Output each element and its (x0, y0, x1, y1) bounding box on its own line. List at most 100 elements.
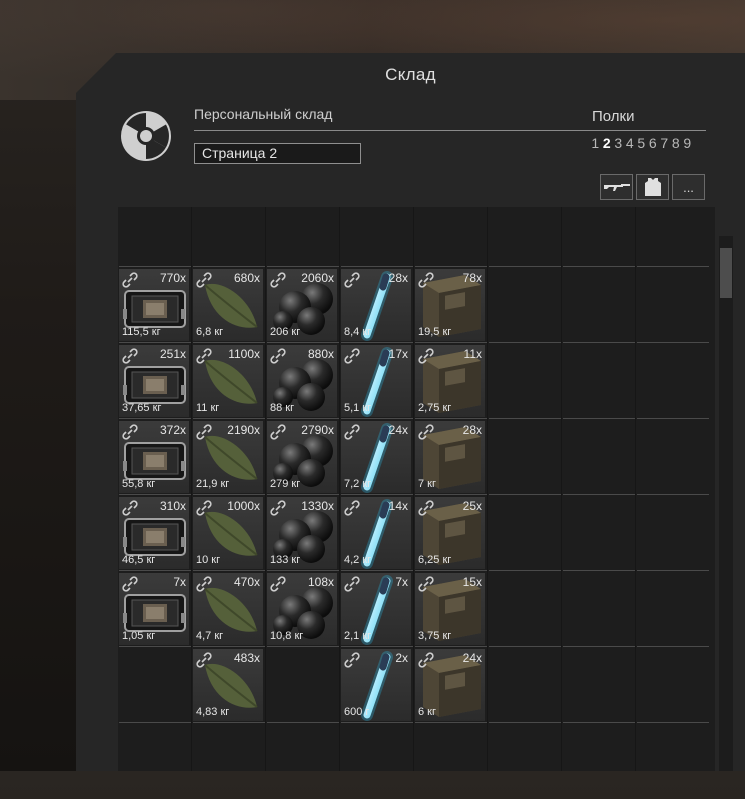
shelf-tab-9[interactable]: 9 (682, 135, 693, 151)
grid-slot[interactable] (267, 193, 339, 267)
shelf-tab-7[interactable]: 7 (659, 135, 670, 151)
grid-slot[interactable] (563, 573, 635, 647)
inventory-item-orbs[interactable]: 1330x 133 кг (267, 497, 337, 569)
shelf-tab-6[interactable]: 6 (648, 135, 659, 151)
grid-slot[interactable]: 24x 7,2 кг (341, 421, 413, 495)
scrollbar-thumb[interactable] (720, 248, 732, 298)
grid-slot[interactable]: 372x 55,8 кг (119, 421, 191, 495)
inventory-item-orbs[interactable]: 2060x 206 кг (267, 269, 337, 341)
grid-slot[interactable] (637, 725, 709, 771)
grid-slot[interactable]: 25x 6,25 кг (415, 497, 487, 571)
grid-slot[interactable]: 770x 115,5 кг (119, 269, 191, 343)
inventory-item-leaf[interactable]: 680x 6,8 кг (193, 269, 263, 341)
grid-slot[interactable] (637, 345, 709, 419)
grid-slot[interactable]: 470x 4,7 кг (193, 573, 265, 647)
grid-slot[interactable] (119, 193, 191, 267)
inventory-item-crate[interactable]: 310x 46,5 кг (119, 497, 189, 569)
grid-slot[interactable]: 2x 600 г (341, 649, 413, 723)
grid-slot[interactable]: 1000x 10 кг (193, 497, 265, 571)
inventory-item-rod[interactable]: 7x 2,1 кг (341, 573, 411, 645)
shelf-tab-2[interactable]: 2 (602, 135, 613, 151)
grid-slot[interactable]: 1100x 11 кг (193, 345, 265, 419)
shelf-tab-5[interactable]: 5 (636, 135, 647, 151)
grid-slot[interactable] (489, 497, 561, 571)
grid-slot[interactable] (489, 573, 561, 647)
grid-slot[interactable]: 28x 8,4 кг (341, 269, 413, 343)
inventory-item-rod[interactable]: 28x 8,4 кг (341, 269, 411, 341)
grid-slot[interactable] (267, 725, 339, 771)
grid-slot[interactable]: 1330x 133 кг (267, 497, 339, 571)
grid-slot[interactable] (637, 573, 709, 647)
inventory-item-crate[interactable]: 372x 55,8 кг (119, 421, 189, 493)
grid-slot[interactable]: 28x 7 кг (415, 421, 487, 495)
inventory-item-rod[interactable]: 2x 600 г (341, 649, 411, 721)
grid-slot[interactable] (563, 193, 635, 267)
grid-slot[interactable] (563, 725, 635, 771)
inventory-item-rod[interactable]: 14x 4,2 кг (341, 497, 411, 569)
inventory-item-leaf[interactable]: 483x 4,83 кг (193, 649, 263, 721)
inventory-item-box[interactable]: 15x 3,75 кг (415, 573, 485, 645)
grid-slot[interactable] (119, 725, 191, 771)
grid-slot[interactable]: 880x 88 кг (267, 345, 339, 419)
inventory-item-leaf[interactable]: 2190x 21,9 кг (193, 421, 263, 493)
inventory-item-box[interactable]: 28x 7 кг (415, 421, 485, 493)
grid-slot[interactable] (267, 649, 339, 723)
grid-slot[interactable]: 24x 6 кг (415, 649, 487, 723)
page-selector[interactable]: Страница 2 (194, 143, 361, 164)
grid-slot[interactable] (341, 725, 413, 771)
grid-slot[interactable]: 108x 10,8 кг (267, 573, 339, 647)
grid-slot[interactable] (193, 725, 265, 771)
grid-slot[interactable] (637, 497, 709, 571)
grid-slot[interactable]: 2190x 21,9 кг (193, 421, 265, 495)
inventory-item-orbs[interactable]: 880x 88 кг (267, 345, 337, 417)
grid-slot[interactable] (415, 725, 487, 771)
grid-slot[interactable]: 2790x 279 кг (267, 421, 339, 495)
grid-slot[interactable] (637, 193, 709, 267)
inventory-item-rod[interactable]: 24x 7,2 кг (341, 421, 411, 493)
grid-slot[interactable] (415, 193, 487, 267)
grid-slot[interactable] (563, 269, 635, 343)
grid-slot[interactable] (637, 649, 709, 723)
grid-slot[interactable] (489, 649, 561, 723)
inventory-item-rod[interactable]: 17x 5,1 кг (341, 345, 411, 417)
grid-slot[interactable] (563, 649, 635, 723)
shelf-tab-3[interactable]: 3 (613, 135, 624, 151)
grid-slot[interactable]: 78x 19,5 кг (415, 269, 487, 343)
inventory-item-box[interactable]: 78x 19,5 кг (415, 269, 485, 341)
inventory-item-orbs[interactable]: 108x 10,8 кг (267, 573, 337, 645)
grid-slot[interactable] (341, 193, 413, 267)
grid-slot[interactable]: 483x 4,83 кг (193, 649, 265, 723)
grid-slot[interactable] (563, 421, 635, 495)
grid-slot[interactable]: 14x 4,2 кг (341, 497, 413, 571)
grid-slot[interactable]: 17x 5,1 кг (341, 345, 413, 419)
inventory-item-leaf[interactable]: 470x 4,7 кг (193, 573, 263, 645)
shelf-tab-1[interactable]: 1 (590, 135, 601, 151)
inventory-item-leaf[interactable]: 1000x 10 кг (193, 497, 263, 569)
grid-slot[interactable] (489, 345, 561, 419)
grid-slot[interactable]: 310x 46,5 кг (119, 497, 191, 571)
shelf-tab-8[interactable]: 8 (671, 135, 682, 151)
grid-slot[interactable]: 7x 2,1 кг (341, 573, 413, 647)
grid-slot[interactable]: 15x 3,75 кг (415, 573, 487, 647)
inventory-item-crate[interactable]: 770x 115,5 кг (119, 269, 189, 341)
grid-slot[interactable]: 11x 2,75 кг (415, 345, 487, 419)
scrollbar[interactable] (719, 236, 733, 771)
inventory-item-box[interactable]: 25x 6,25 кг (415, 497, 485, 569)
grid-slot[interactable] (489, 725, 561, 771)
inventory-item-box[interactable]: 24x 6 кг (415, 649, 485, 721)
inventory-item-crate[interactable]: 251x 37,65 кг (119, 345, 189, 417)
grid-slot[interactable] (563, 345, 635, 419)
inventory-item-crate[interactable]: 7x 1,05 кг (119, 573, 189, 645)
grid-slot[interactable] (489, 193, 561, 267)
grid-slot[interactable]: 251x 37,65 кг (119, 345, 191, 419)
grid-slot[interactable] (637, 421, 709, 495)
grid-slot[interactable] (637, 269, 709, 343)
grid-slot[interactable]: 2060x 206 кг (267, 269, 339, 343)
grid-slot[interactable] (193, 193, 265, 267)
inventory-item-orbs[interactable]: 2790x 279 кг (267, 421, 337, 493)
grid-slot[interactable] (563, 497, 635, 571)
grid-slot[interactable] (489, 269, 561, 343)
inventory-item-box[interactable]: 11x 2,75 кг (415, 345, 485, 417)
grid-slot[interactable] (119, 649, 191, 723)
grid-slot[interactable] (489, 421, 561, 495)
